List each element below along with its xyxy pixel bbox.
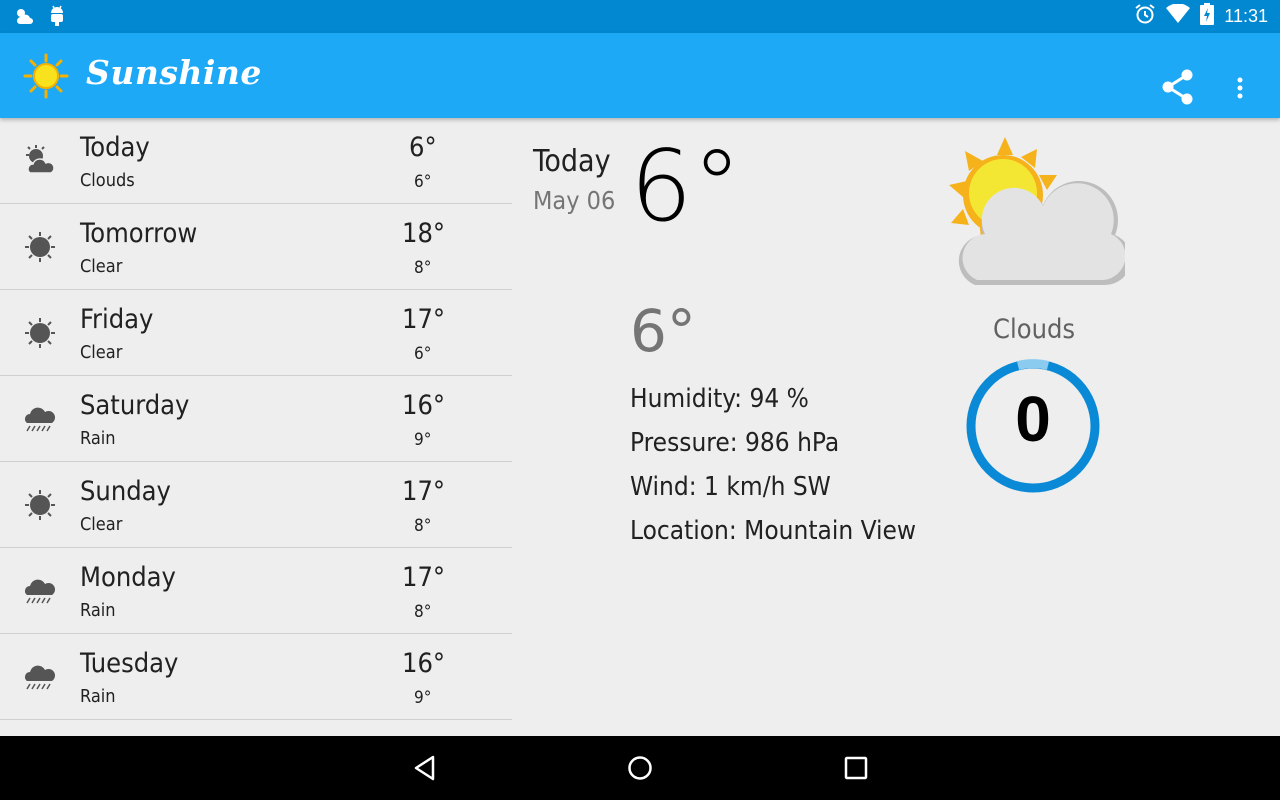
detail-date: May 06 [533, 186, 616, 215]
forecast-low: 8° [414, 258, 432, 278]
list-item[interactable]: Tuesday Rain 16° 9° [0, 634, 512, 720]
forecast-day: Today [80, 132, 150, 163]
wifi-icon [1166, 3, 1191, 28]
forecast-desc: Clouds [80, 170, 135, 191]
share-icon[interactable] [1160, 68, 1196, 110]
forecast-low: 9° [414, 688, 432, 708]
location-text: Location: Mountain View [630, 516, 917, 546]
wind-gauge: 0 [964, 357, 1102, 495]
forecast-high: 16° [402, 390, 446, 421]
overflow-menu-icon[interactable] [1230, 76, 1250, 104]
forecast-high: 17° [402, 562, 446, 593]
alarm-icon [1134, 3, 1156, 29]
clear-icon [22, 315, 58, 351]
forecast-list: Today Clouds 6° 6° Tomorrow Clear 18° 8°… [0, 118, 512, 736]
detail-low-temp: 6° [630, 297, 696, 365]
list-item[interactable]: Tomorrow Clear 18° 8° [0, 204, 512, 290]
forecast-desc: Clear [80, 514, 123, 535]
forecast-low: 6° [414, 344, 432, 364]
detail-day: Today [533, 144, 611, 179]
forecast-high: 18° [402, 218, 446, 249]
battery-charging-icon [1200, 3, 1215, 29]
forecast-day: Sunday [80, 476, 171, 507]
recents-icon[interactable] [842, 754, 870, 782]
forecast-day: Monday [80, 562, 176, 593]
list-item[interactable]: Sunday Clear 17° 8° [0, 462, 512, 548]
gauge-value: 0 [1015, 383, 1051, 455]
detail-high-temp: 6° [630, 130, 742, 244]
forecast-low: 8° [414, 602, 432, 622]
navigation-bar [0, 736, 1280, 800]
list-item[interactable]: Monday Rain 17° 8° [0, 548, 512, 634]
forecast-desc: Rain [80, 686, 116, 707]
app-title: Sunshine [86, 53, 262, 92]
app-bar: Sunshine [0, 33, 1280, 118]
forecast-low: 6° [414, 172, 432, 192]
forecast-desc: Clear [80, 256, 123, 277]
forecast-desc: Clear [80, 342, 123, 363]
clouds-icon [22, 143, 58, 179]
clouds-color-icon [945, 135, 1131, 295]
forecast-high: 16° [402, 648, 446, 679]
forecast-low: 9° [414, 430, 432, 450]
home-icon[interactable] [626, 754, 654, 782]
rain-icon [22, 659, 58, 695]
list-item[interactable]: Saturday Rain 16° 9° [0, 376, 512, 462]
sun-logo-icon [23, 53, 69, 99]
clear-icon [22, 487, 58, 523]
forecast-desc: Rain [80, 428, 116, 449]
list-item[interactable]: Today Clouds 6° 6° [0, 118, 512, 204]
back-icon[interactable] [411, 754, 439, 782]
forecast-low: 8° [414, 516, 432, 536]
status-bar: 11:31 [0, 0, 1280, 33]
forecast-day: Tomorrow [80, 218, 198, 249]
wind-text: Wind: 1 km/h SW [630, 472, 831, 502]
forecast-high: 17° [402, 476, 446, 507]
android-debug-icon [48, 5, 66, 31]
forecast-day: Friday [80, 304, 154, 335]
weather-notification-icon [14, 5, 34, 31]
clear-icon [22, 229, 58, 265]
detail-condition: Clouds [993, 314, 1076, 345]
forecast-day: Saturday [80, 390, 190, 421]
rain-icon [22, 401, 58, 437]
list-item[interactable]: Friday Clear 17° 6° [0, 290, 512, 376]
forecast-day: Tuesday [80, 648, 179, 679]
forecast-high: 17° [402, 304, 446, 335]
forecast-desc: Rain [80, 600, 116, 621]
pressure-text: Pressure: 986 hPa [630, 428, 840, 458]
humidity-text: Humidity: 94 % [630, 384, 809, 414]
clock: 11:31 [1224, 5, 1268, 26]
rain-icon [22, 573, 58, 609]
forecast-high: 6° [409, 132, 437, 163]
